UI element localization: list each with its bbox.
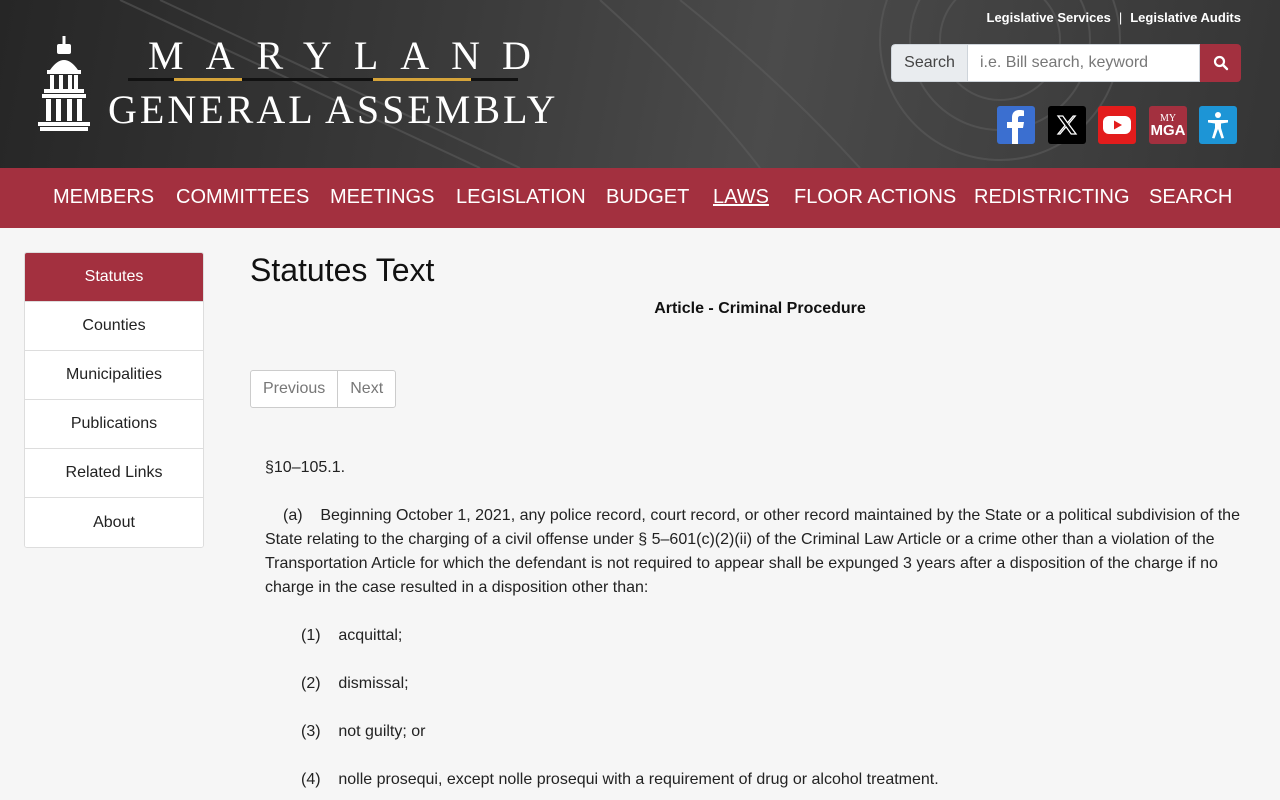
search-button[interactable] <box>1200 44 1241 82</box>
sidebar-item-about[interactable]: About <box>25 498 203 547</box>
search-icon <box>1213 55 1228 71</box>
top-links: Legislative Services | Legislative Audits <box>987 10 1241 25</box>
search-label: Search <box>891 44 967 82</box>
sidebar-item-publications[interactable]: Publications <box>25 400 203 449</box>
nav-members[interactable]: MEMBERS <box>53 186 154 209</box>
list-item: (2) dismissal; <box>301 675 409 692</box>
main-nav: MEMBERS COMMITTEES MEETINGS LEGISLATION … <box>0 168 1280 228</box>
logo-general-assembly-text: GENERAL ASSEMBLY <box>108 87 559 132</box>
sidebar-item-related-links[interactable]: Related Links <box>25 449 203 498</box>
logo-maryland-text: MARYLAND <box>148 33 553 78</box>
paragraph-a: (a) Beginning October 1, 2021, any polic… <box>265 504 1250 600</box>
capitol-dome-logo-icon[interactable] <box>38 36 90 132</box>
top-links-separator: | <box>1118 10 1123 25</box>
nav-search[interactable]: SEARCH <box>1149 186 1232 209</box>
sidebar-item-counties[interactable]: Counties <box>25 302 203 351</box>
nav-meetings[interactable]: MEETINGS <box>330 186 434 209</box>
youtube-button[interactable] <box>1098 106 1136 144</box>
accessibility-button[interactable] <box>1199 106 1237 144</box>
page-title: Statutes Text <box>250 252 435 288</box>
nav-committees[interactable]: COMMITTEES <box>176 186 309 209</box>
legislative-services-link[interactable]: Legislative Services <box>987 10 1111 25</box>
youtube-icon <box>1103 116 1131 134</box>
legislative-audits-link[interactable]: Legislative Audits <box>1130 10 1241 25</box>
logo-gold-accent <box>174 78 242 81</box>
paragraph-a-text: (a) Beginning October 1, 2021, any polic… <box>265 507 1245 596</box>
my-mga-label-bottom: MGA <box>1150 121 1186 139</box>
logo-gold-accent <box>373 78 471 81</box>
my-mga-button[interactable]: MY MGA <box>1149 106 1187 144</box>
article-title: Article - Criminal Procedure <box>654 300 866 317</box>
site-header: Legislative Services | Legislative Audits … <box>0 0 1280 168</box>
my-mga-icon: MY MGA <box>1151 113 1186 138</box>
sidebar-item-statutes[interactable]: Statutes <box>25 253 203 302</box>
laws-sidebar: Statutes Counties Municipalities Publica… <box>24 252 204 548</box>
nav-redistricting[interactable]: REDISTRICTING <box>974 186 1130 209</box>
next-button[interactable]: Next <box>337 371 395 407</box>
search-input[interactable] <box>967 44 1200 82</box>
nav-laws[interactable]: LAWS <box>713 186 769 209</box>
list-item: (1) acquittal; <box>301 627 403 644</box>
sidebar-item-municipalities[interactable]: Municipalities <box>25 351 203 400</box>
nav-legislation[interactable]: LEGISLATION <box>456 186 586 209</box>
previous-button[interactable]: Previous <box>251 371 337 407</box>
list-item: (3) not guilty; or <box>301 723 426 740</box>
x-logo-icon <box>1056 115 1078 135</box>
section-number: §10–105.1. <box>265 459 346 476</box>
list-item: (4) nolle prosequi, except nolle prosequ… <box>301 771 939 788</box>
nav-floor-actions[interactable]: FLOOR ACTIONS <box>794 186 956 209</box>
accessibility-icon <box>1208 112 1228 139</box>
facebook-button[interactable] <box>997 106 1035 144</box>
site-search: Search <box>891 44 1241 82</box>
statute-text: §10–105.1. (a) Beginning October 1, 2021… <box>265 456 1250 800</box>
pager: Previous Next <box>250 370 397 408</box>
site-logo[interactable]: MARYLAND GENERAL ASSEMBLY <box>108 33 555 134</box>
x-twitter-button[interactable] <box>1048 106 1086 144</box>
nav-budget[interactable]: BUDGET <box>606 186 689 209</box>
facebook-icon <box>1007 110 1024 144</box>
